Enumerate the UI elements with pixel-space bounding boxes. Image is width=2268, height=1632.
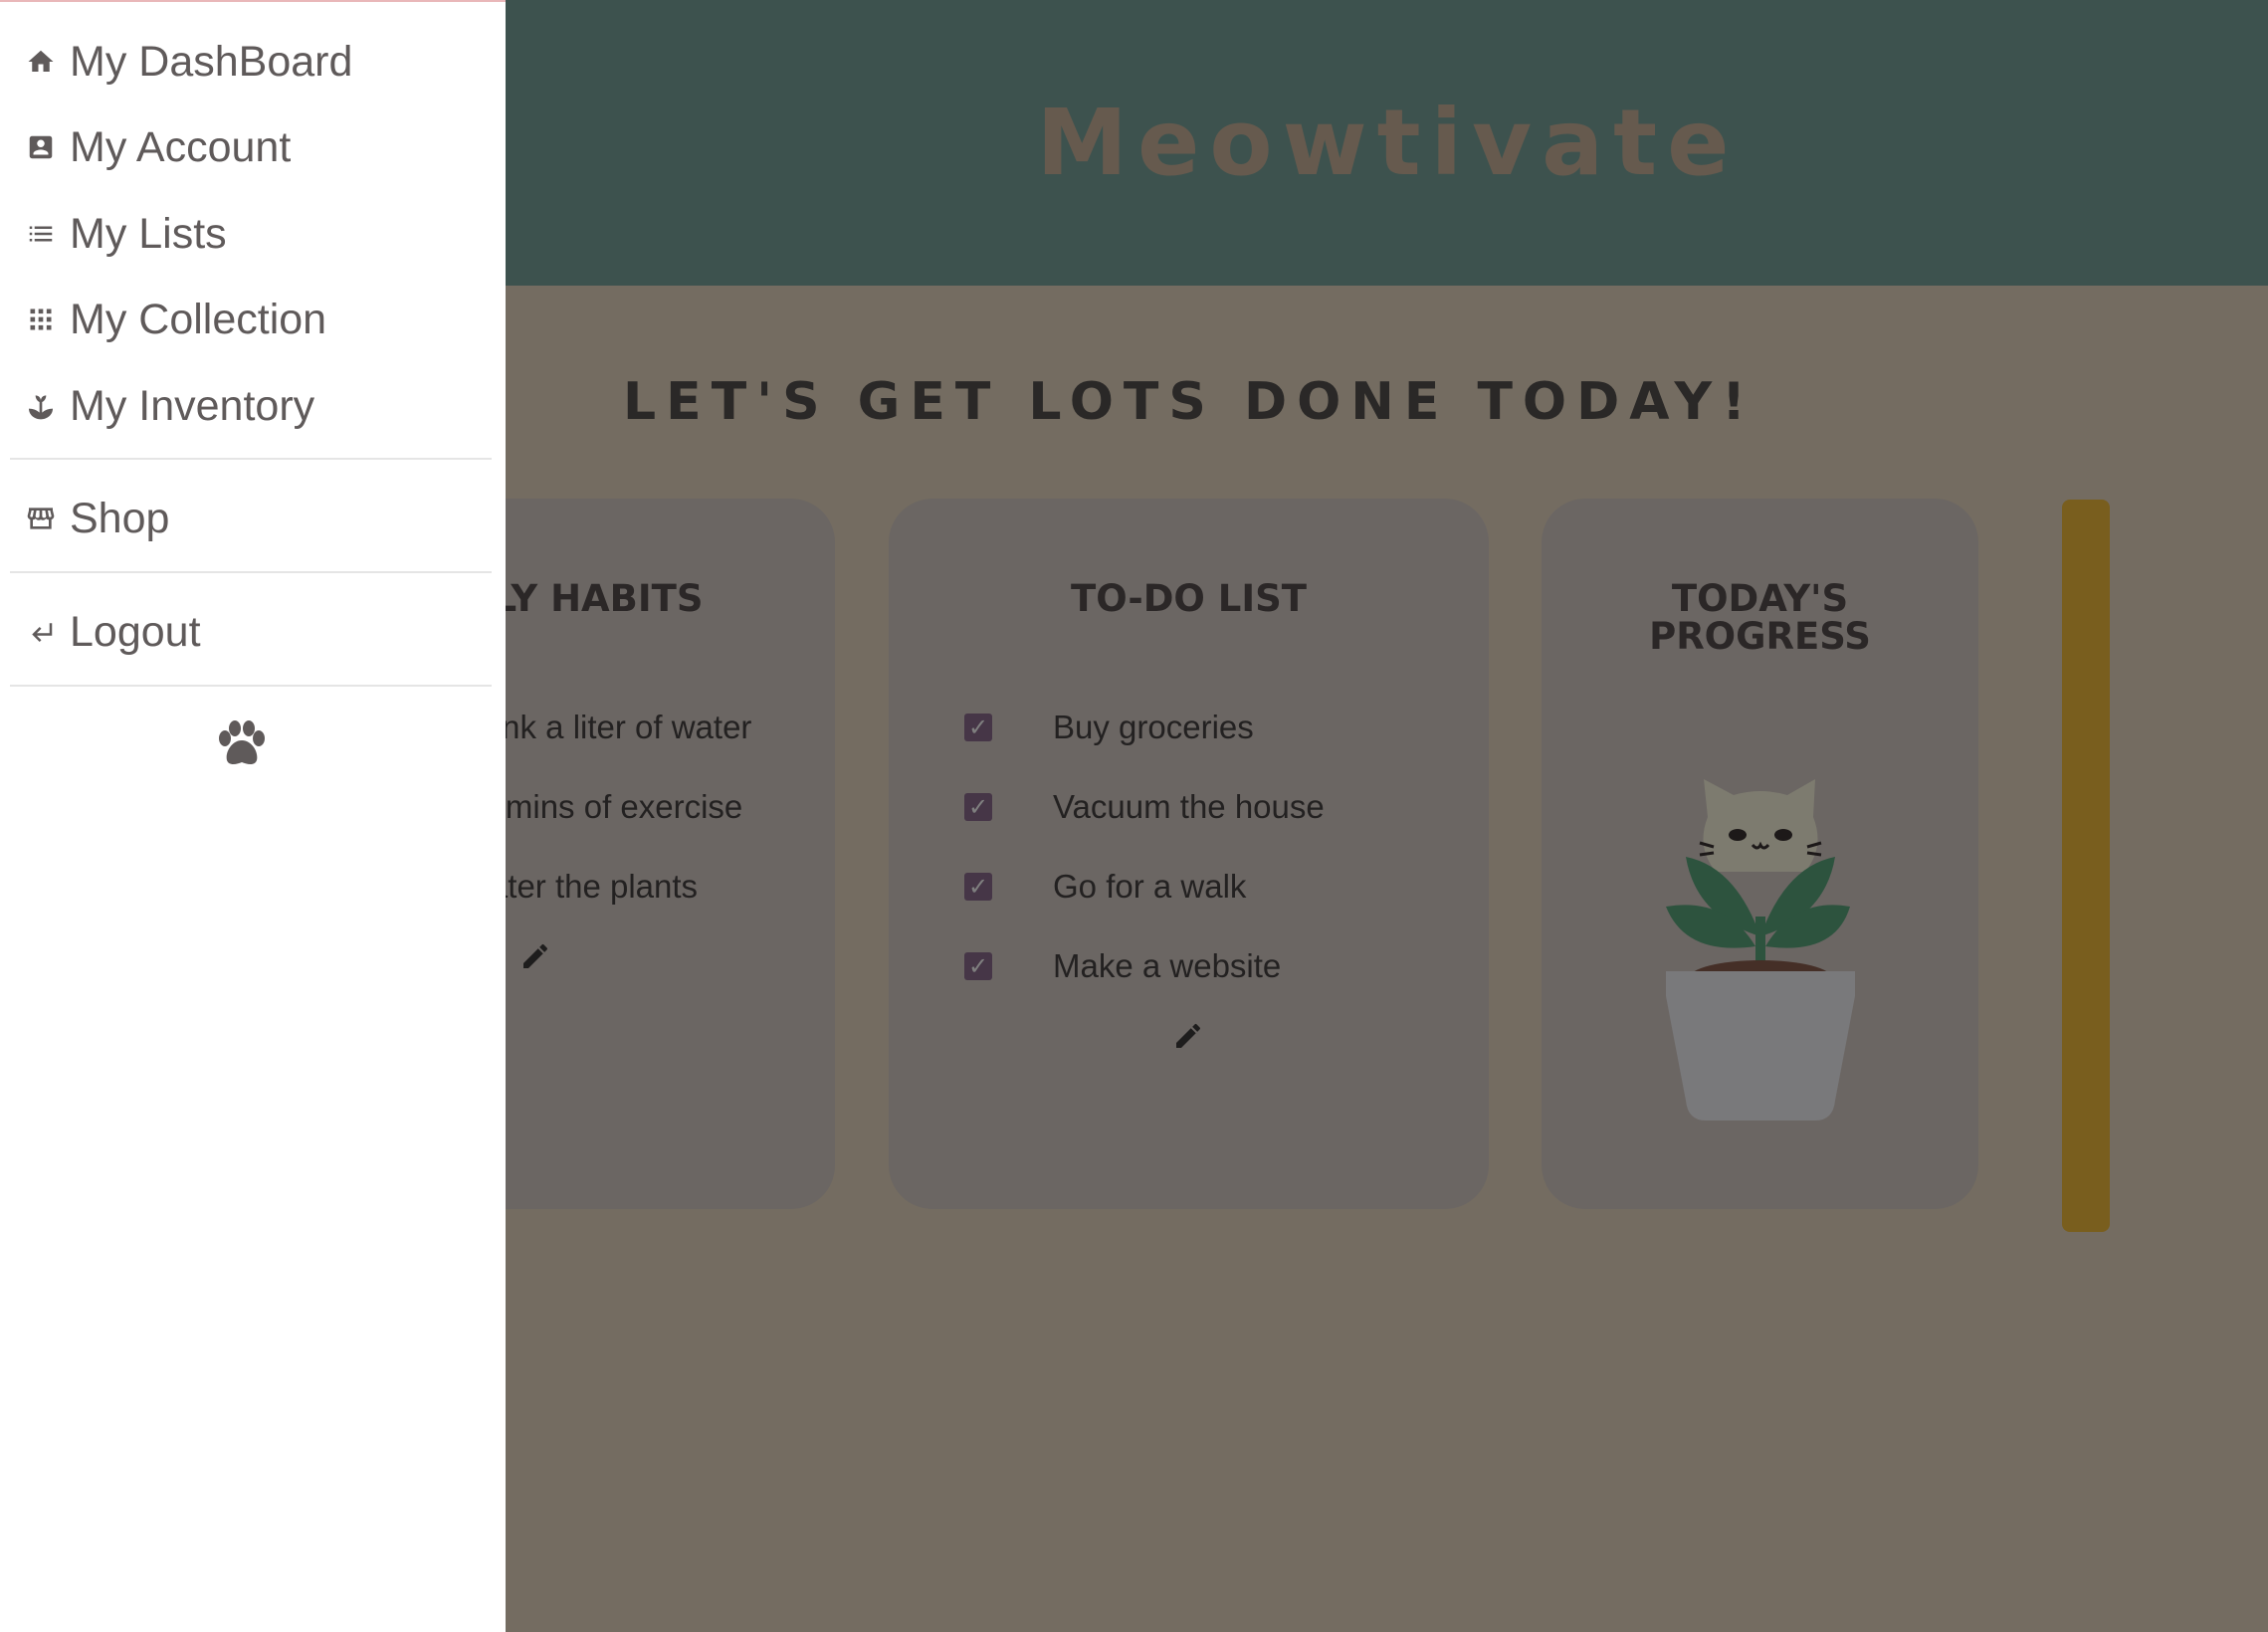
paw-icon bbox=[217, 720, 267, 768]
grid-icon bbox=[24, 303, 58, 336]
return-icon bbox=[24, 615, 58, 649]
drawer-divider bbox=[10, 571, 492, 573]
drawer-divider bbox=[10, 458, 492, 460]
store-icon bbox=[24, 502, 58, 535]
home-icon bbox=[24, 45, 58, 79]
nav-item-account[interactable]: My Account bbox=[24, 117, 291, 177]
nav-item-label: Shop bbox=[70, 494, 170, 542]
nav-item-inventory[interactable]: My Inventory bbox=[24, 376, 314, 436]
nav-item-label: My Lists bbox=[70, 209, 227, 258]
nav-item-dashboard[interactable]: My DashBoard bbox=[24, 32, 352, 92]
sprout-icon bbox=[24, 389, 58, 423]
nav-item-lists[interactable]: My Lists bbox=[24, 204, 227, 264]
nav-item-shop[interactable]: Shop bbox=[24, 489, 169, 548]
side-drawer: My DashBoard My Account My Lists My Coll… bbox=[0, 0, 506, 1632]
nav-item-label: My Inventory bbox=[70, 381, 315, 430]
account-box-icon bbox=[24, 130, 58, 164]
nav-item-label: My DashBoard bbox=[70, 37, 353, 86]
nav-item-logout[interactable]: Logout bbox=[24, 602, 201, 662]
list-icon bbox=[24, 217, 58, 251]
nav-item-label: My Collection bbox=[70, 295, 327, 343]
nav-item-collection[interactable]: My Collection bbox=[24, 290, 326, 349]
drawer-divider bbox=[10, 685, 492, 687]
nav-item-label: Logout bbox=[70, 607, 201, 656]
page: Meowtivate LET'S GET LOTS DONE TODAY! DA… bbox=[0, 0, 2268, 1632]
nav-item-label: My Account bbox=[70, 122, 292, 171]
